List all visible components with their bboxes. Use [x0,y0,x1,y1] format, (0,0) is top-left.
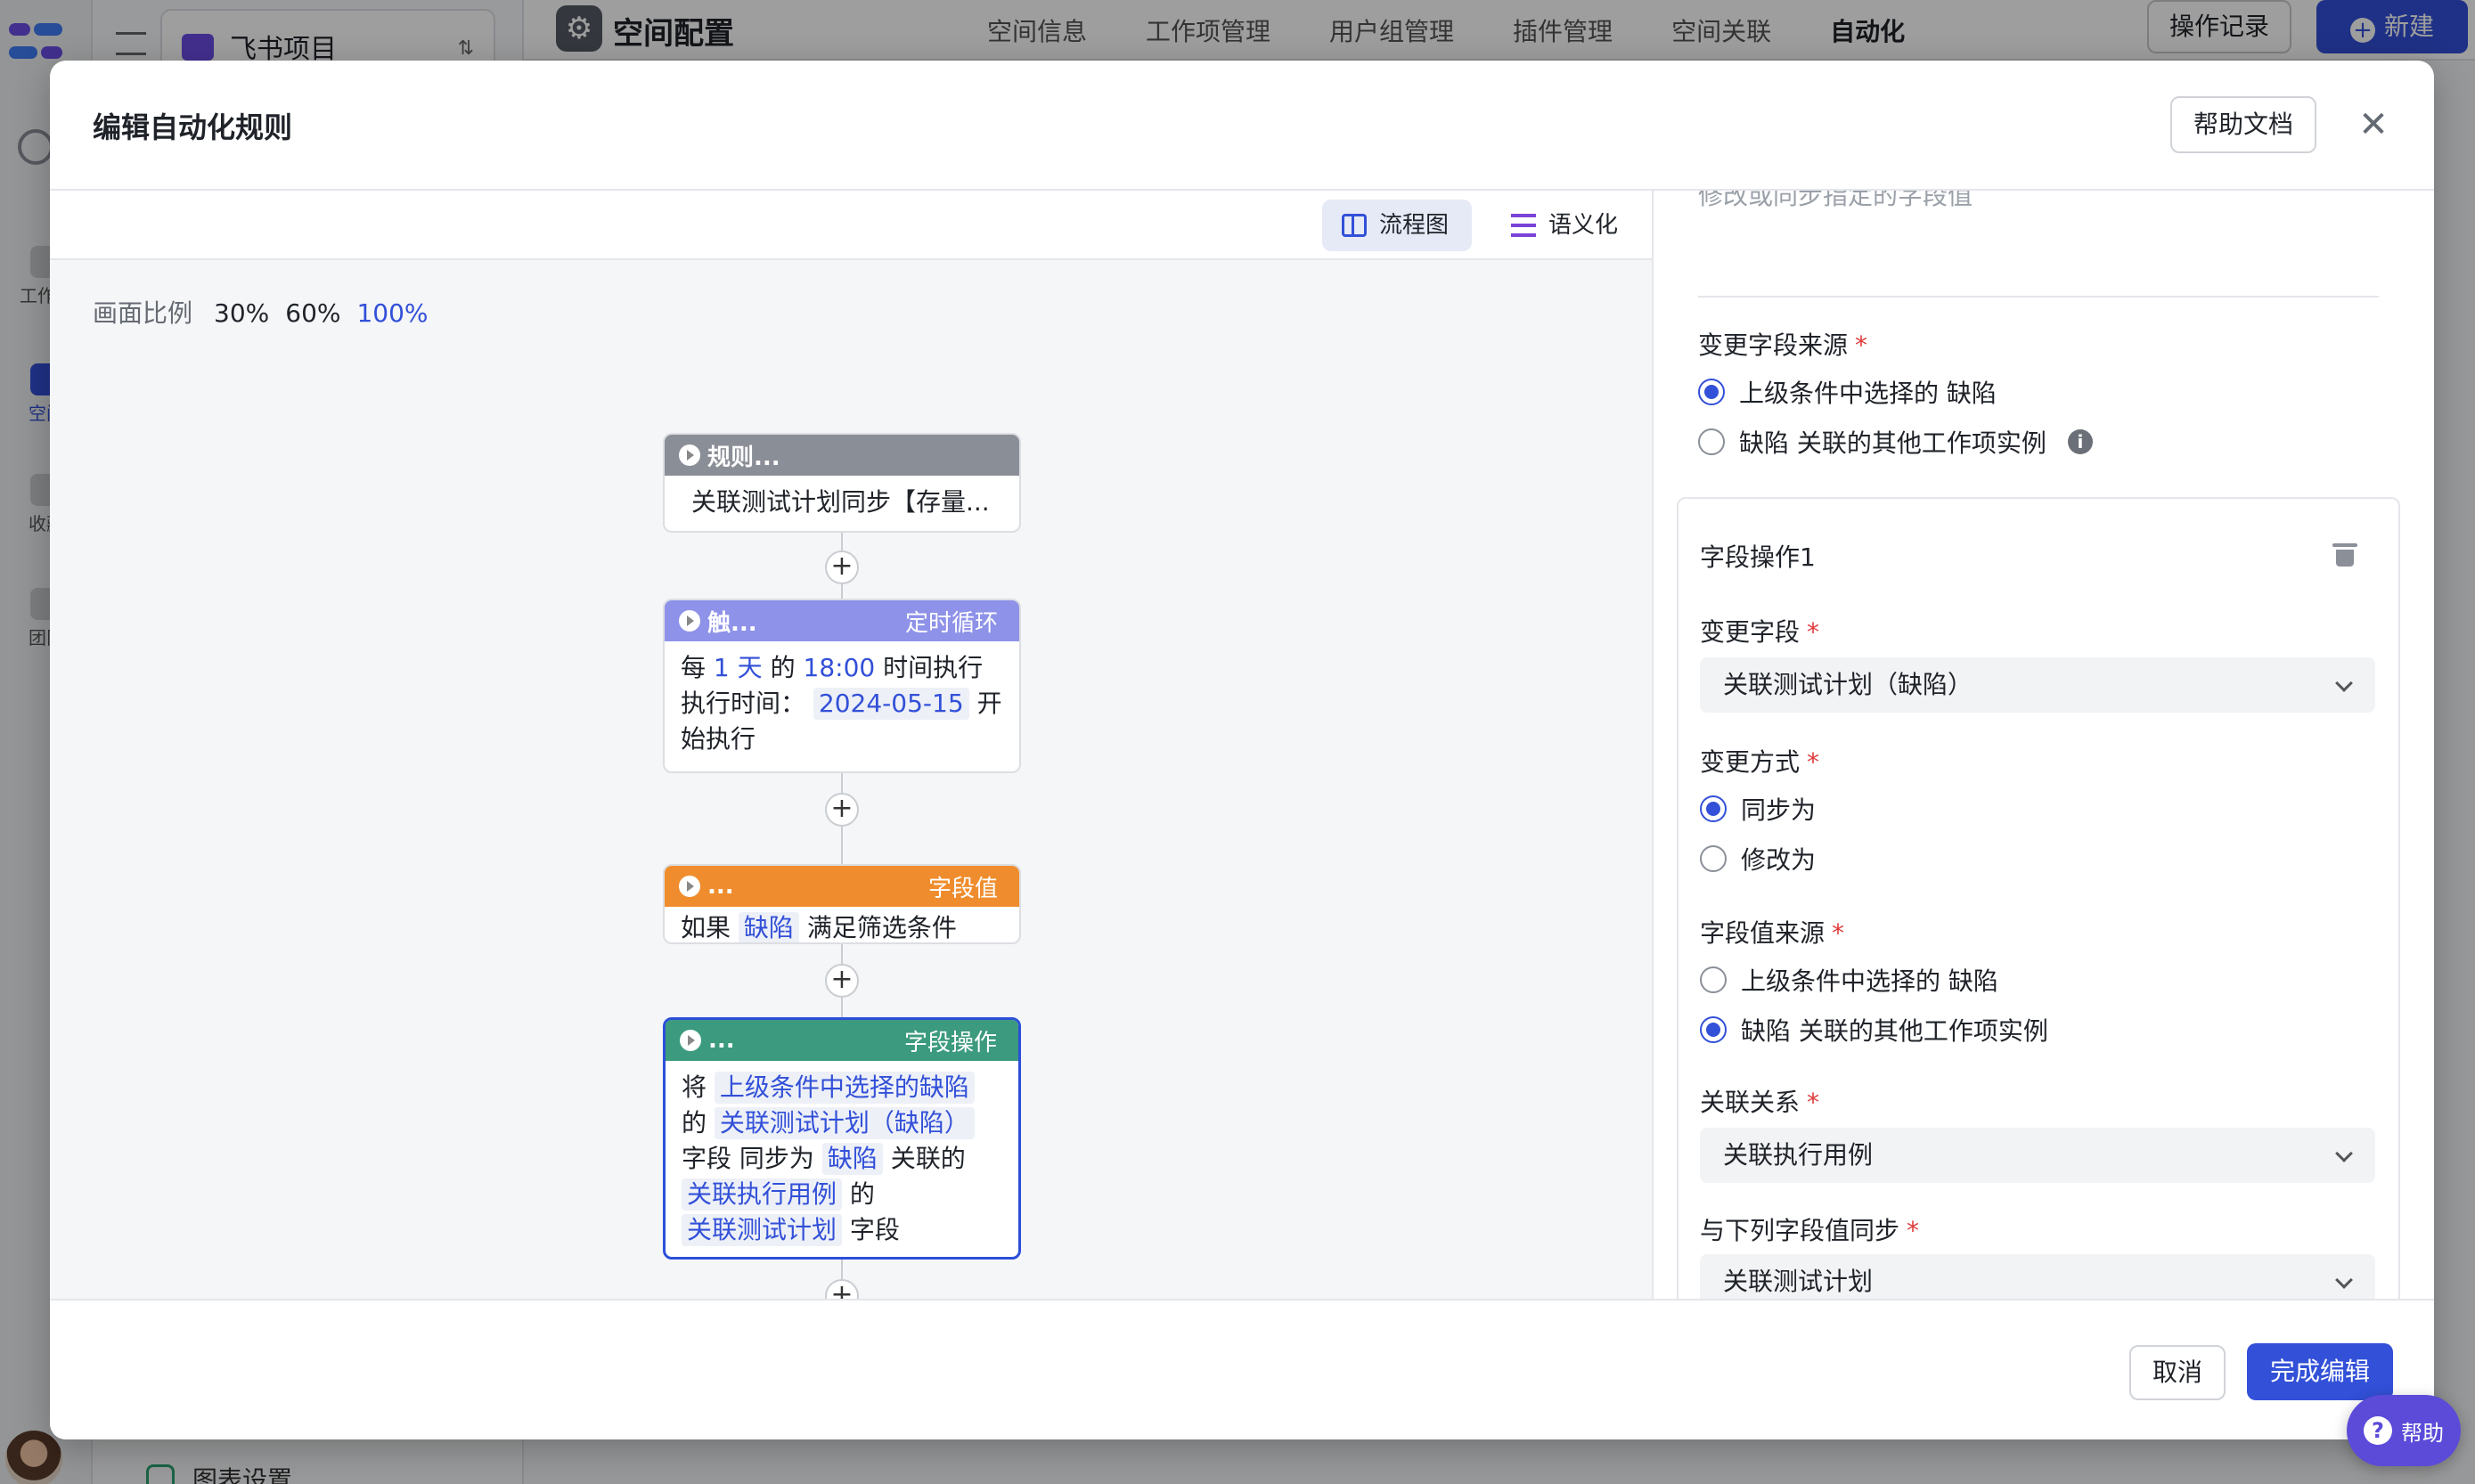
relation-select[interactable]: 关联执行用例 [1700,1128,2375,1183]
cancel-button[interactable]: 取消 [2129,1345,2226,1400]
flow-canvas[interactable]: 流程图 语义化 画面比例 30% 60% 100% + + + + 规则... [50,191,1654,1384]
canvas-toolbar: 流程图 语义化 [50,191,1652,260]
source-label: 变更字段来源 * [1698,330,1868,360]
field-action-node[interactable]: ... 字段操作 将 上级条件中选择的缺陷 的 关联测试计划（缺陷） 字段 同步… [663,1017,1021,1260]
node-header: 规则... [665,435,1019,476]
relation-label: 关联关系 * [1700,1088,1820,1117]
question-icon: ? [2364,1416,2392,1445]
radio-button[interactable] [1700,1016,1727,1043]
radio-button[interactable] [1698,428,1725,455]
sync-field-label: 与下列字段值同步 * [1700,1216,1920,1245]
lightning-icon [679,610,700,632]
node-header: 触... 定时循环 [665,600,1019,641]
rule-node-body: 关联测试计划同步【存量... [691,487,990,517]
done-editing-button[interactable]: 完成编辑 [2247,1343,2393,1400]
trigger-node-body: 每 1 天 的 18:00 时间执行 执行时间： 2024-05-15 开始执行 [681,653,1002,754]
play-icon [679,444,700,466]
action-node-body: 将 上级条件中选择的缺陷 的 关联测试计划（缺陷） 字段 同步为 缺陷 关联的 … [666,1061,1018,1257]
modal-footer: 取消 完成编辑 [50,1299,2434,1439]
chevron-down-icon [2335,674,2353,692]
help-doc-button[interactable]: 帮助文档 [2170,96,2316,153]
wrench-icon [680,1030,701,1051]
zoom-100[interactable]: 100% [356,298,428,328]
radio-button[interactable] [1700,966,1727,993]
radio-button[interactable] [1700,795,1727,822]
change-field-select[interactable]: 关联测试计划（缺陷） [1700,657,2375,713]
rule-form-panel: 修改或同步指定的字段值 变更字段来源 * 上级条件中选择的 缺陷 缺陷 关联的其他… [1655,191,2434,1299]
flowchart-icon [1342,214,1367,237]
filter-icon [679,876,700,897]
condition-node-body: 如果 缺陷 满足筛选条件 [681,912,957,942]
rule-node[interactable]: 规则... 关联测试计划同步【存量... [663,433,1021,533]
source-option-related[interactable]: 缺陷 关联的其他工作项实例 i [1698,424,2093,460]
section-description: 修改或同步指定的字段值 [1698,191,1973,210]
source-option-parent[interactable]: 上级条件中选择的 缺陷 [1698,374,1997,410]
add-node-button[interactable]: + [825,964,859,998]
change-field-label: 变更字段 * [1700,617,1820,647]
mode-option-sync[interactable]: 同步为 [1700,791,1816,827]
node-header: ... 字段操作 [666,1020,1018,1061]
field-operation-title: 字段操作1 [1700,542,1816,572]
chevron-down-icon [2335,1145,2353,1162]
zoom-30[interactable]: 30% [214,298,269,328]
chevron-down-icon [2335,1271,2353,1289]
node-header: ... 字段值 [665,866,1019,907]
condition-node[interactable]: ... 字段值 如果 缺陷 满足筛选条件 [663,864,1021,944]
value-source-label: 字段值来源 * [1700,918,1845,948]
radio-button[interactable] [1698,379,1725,405]
close-icon[interactable]: ✕ [2348,100,2398,150]
zoom-controls: 画面比例 30% 60% 100% [93,294,429,330]
zoom-label: 画面比例 [93,298,193,328]
view-semantic-button[interactable]: 语义化 [1491,200,1641,251]
add-node-button[interactable]: + [825,793,859,827]
radio-button[interactable] [1700,845,1727,872]
zoom-60[interactable]: 60% [285,298,340,328]
change-mode-label: 变更方式 * [1700,747,1820,777]
help-button[interactable]: ? 帮助 [2347,1395,2461,1466]
add-node-button[interactable]: + [825,550,859,584]
modal-title: 编辑自动化规则 [93,110,293,144]
trash-icon[interactable] [2332,543,2357,567]
edit-automation-modal: 编辑自动化规则 帮助文档 ✕ 流程图 语义化 画面比例 30% 60% 100%… [50,61,2434,1439]
list-icon [1511,214,1536,237]
modal-header: 编辑自动化规则 帮助文档 ✕ [50,61,2434,191]
info-icon[interactable]: i [2067,429,2093,454]
mode-option-modify[interactable]: 修改为 [1700,841,1816,877]
divider [1698,296,2379,298]
sync-field-select[interactable]: 关联测试计划 [1700,1254,2375,1299]
trigger-node[interactable]: 触... 定时循环 每 1 天 的 18:00 时间执行 执行时间： 2024-… [663,599,1021,773]
view-flowchart-button[interactable]: 流程图 [1322,200,1473,251]
value-source-option-related[interactable]: 缺陷 关联的其他工作项实例 [1700,1012,2048,1048]
value-source-option-parent[interactable]: 上级条件中选择的 缺陷 [1700,962,1998,998]
